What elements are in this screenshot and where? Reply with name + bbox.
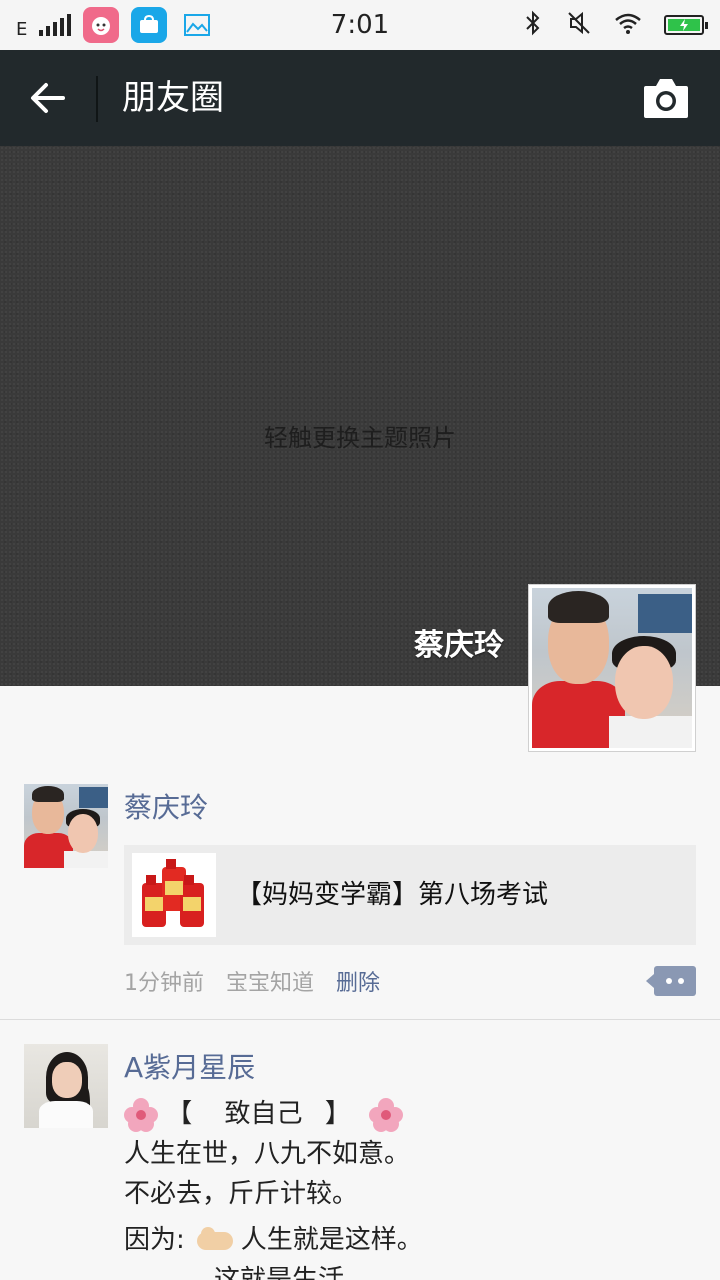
post-text-line: 【 致自己 】 — [124, 1094, 684, 1134]
title-divider — [96, 76, 98, 122]
mute-icon — [566, 10, 592, 40]
screenshot-notification-icon — [179, 7, 215, 43]
author-name[interactable]: A紫月星辰 — [124, 1046, 255, 1086]
owner-name[interactable]: 蔡庆玲 — [414, 620, 504, 664]
shared-link-thumbnail — [132, 853, 216, 937]
pointing-finger-icon — [196, 1226, 233, 1250]
post-text-bracket: 【 — [166, 1099, 193, 1129]
cherry-blossom-icon — [124, 1097, 158, 1132]
shared-link-title: 【妈妈变学霸】第八场考试 — [236, 880, 549, 910]
feed-post: A紫月星辰 【 致自己 】 人生在世，八九不如意。 不必去，斤斤计较。 因为: 人… — [0, 1020, 720, 1280]
battery-icon — [664, 15, 708, 35]
battery-fill — [668, 19, 700, 31]
post-text-prefix: 因为: — [124, 1225, 185, 1255]
post-text-line: 这就是生活。 — [214, 1265, 371, 1280]
post-text-bracket: 】 — [324, 1099, 351, 1129]
status-right — [522, 0, 708, 50]
page-title: 朋友圈 — [122, 78, 224, 118]
post-text: 【 致自己 】 人生在世，八九不如意。 不必去，斤斤计较。 因为: 人生就是这样。… — [124, 1094, 684, 1280]
status-left: E — [16, 0, 215, 50]
bluetooth-icon — [522, 10, 544, 40]
author-name[interactable]: 蔡庆玲 — [124, 786, 208, 826]
network-type: E — [16, 18, 28, 40]
camera-button[interactable] — [642, 76, 690, 120]
post-time: 1分钟前 — [124, 971, 204, 996]
signal-icon — [39, 14, 72, 36]
status-bar: E 7:01 — [0, 0, 720, 50]
back-arrow-icon — [31, 83, 65, 113]
back-button[interactable] — [24, 74, 72, 122]
moments-feed: 蔡庆玲 【妈妈变学霸】第八场考试 1分钟前 宝宝知道 删除 A紫月星辰 【 致自… — [0, 686, 720, 1280]
dot-icon — [678, 978, 684, 984]
author-avatar[interactable] — [24, 1044, 108, 1128]
cherry-blossom-icon — [369, 1097, 404, 1132]
dot-icon — [666, 978, 672, 984]
post-text-line: 人生在世，八九不如意。 — [124, 1139, 411, 1169]
delete-button[interactable]: 删除 — [336, 965, 380, 997]
post-meta: 1分钟前 宝宝知道 删除 — [124, 961, 402, 1001]
author-avatar[interactable] — [24, 784, 108, 868]
feed-post: 蔡庆玲 【妈妈变学霸】第八场考试 1分钟前 宝宝知道 删除 — [0, 686, 720, 1020]
app-store-notification-icon — [131, 7, 168, 43]
title-bar: 朋友圈 — [0, 50, 720, 146]
post-text-heading: 致自己 — [224, 1099, 303, 1129]
post-text-line: 不必去，斤斤计较。 — [124, 1179, 359, 1209]
comment-menu-button[interactable] — [646, 966, 696, 996]
shared-link-card[interactable]: 【妈妈变学霸】第八场考试 — [124, 845, 696, 945]
wifi-icon — [614, 11, 642, 39]
post-text-content: 人生就是这样。 — [240, 1225, 423, 1255]
post-text-line: 因为: 人生就是这样。 — [124, 1220, 684, 1260]
post-source[interactable]: 宝宝知道 — [226, 965, 314, 997]
baby-app-notification-icon — [83, 7, 120, 43]
camera-icon — [644, 79, 688, 118]
cover-change-hint: 轻触更换主题照片 — [264, 424, 456, 452]
